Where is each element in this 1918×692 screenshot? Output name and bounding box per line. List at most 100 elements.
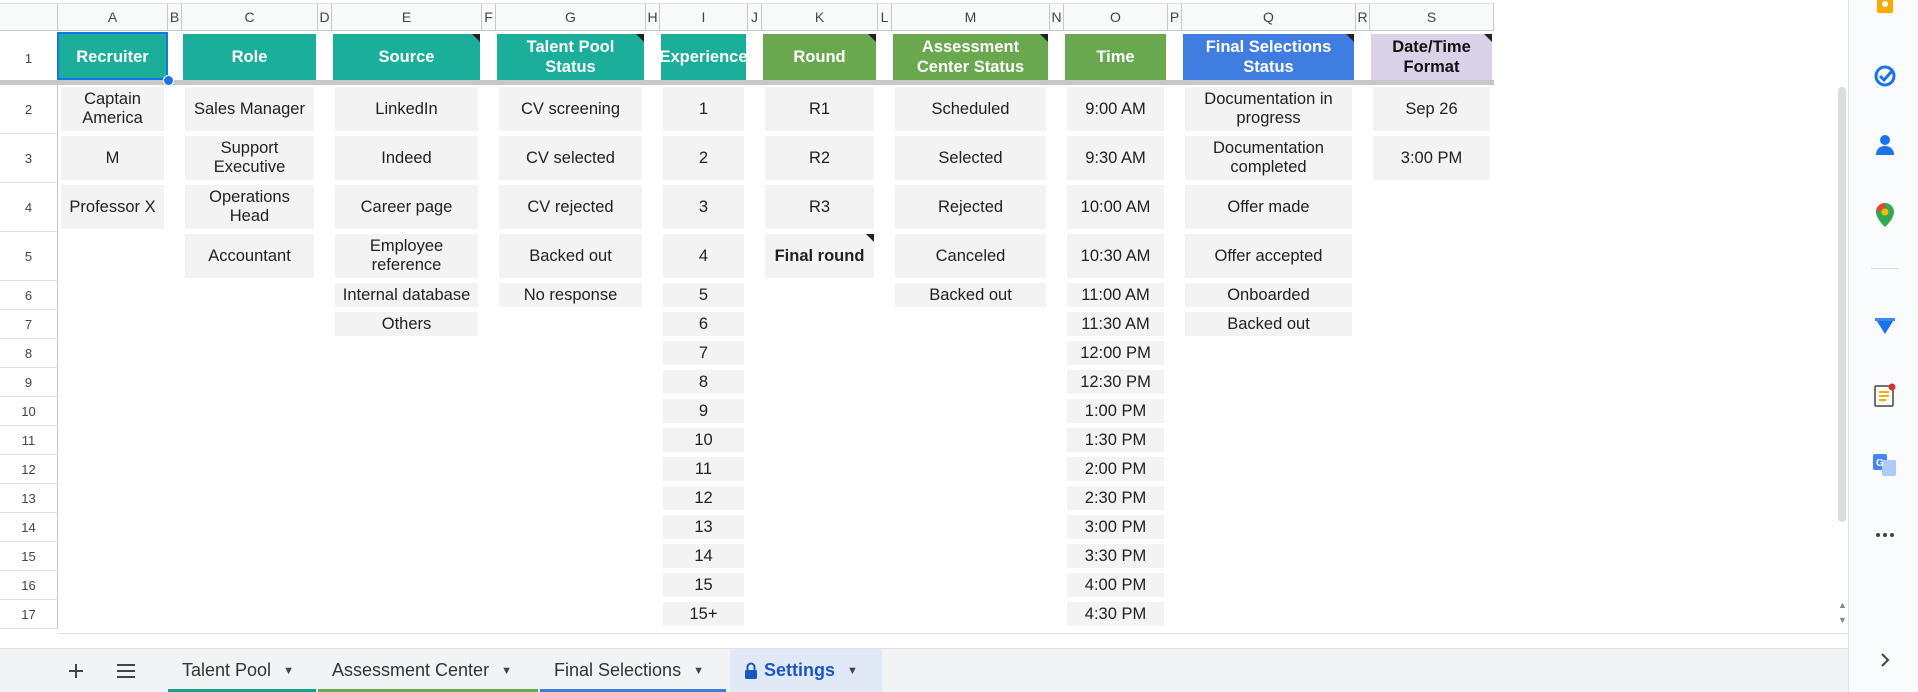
cell-round[interactable]: R2 [765,136,874,180]
row-header-9[interactable]: 9 [0,368,58,397]
cell-talent-pool-status[interactable]: CV selected [499,136,642,180]
cell-experience[interactable]: 3 [663,185,744,229]
cell-experience[interactable]: 9 [663,399,744,423]
column-header-b[interactable]: B [168,3,182,31]
cell-experience[interactable]: 8 [663,370,744,394]
row-header-15[interactable]: 15 [0,542,58,571]
cell-experience[interactable]: 13 [663,515,744,539]
row-header-14[interactable]: 14 [0,513,58,542]
cell-experience[interactable]: 1 [663,87,744,131]
cell-talent-pool-status[interactable]: CV screening [499,87,642,131]
scroll-right-arrow[interactable]: ▶ [1824,635,1831,636]
header-round[interactable]: Round [763,34,876,80]
cell-experience[interactable]: 7 [663,341,744,365]
cell-assessment-center-status[interactable]: Backed out [895,283,1046,307]
cell-final-selections-status[interactable]: Offer made [1185,185,1352,229]
cell-assessment-center-status[interactable]: Scheduled [895,87,1046,131]
cell-time[interactable]: 11:00 AM [1067,283,1164,307]
cell-time[interactable]: 2:00 PM [1067,457,1164,481]
cell-source[interactable]: Indeed [335,136,478,180]
row-header-10[interactable]: 10 [0,397,58,426]
header-talent-pool-status[interactable]: Talent Pool Status [497,34,644,80]
row-header-3[interactable]: 3 [0,134,58,183]
cell-time[interactable]: 10:30 AM [1067,234,1164,278]
column-header-e[interactable]: E [332,3,482,31]
cell-experience[interactable]: 12 [663,486,744,510]
cell-role[interactable]: Sales Manager [185,87,314,131]
row-header-5[interactable]: 5 [0,232,58,281]
cell-time[interactable]: 9:00 AM [1067,87,1164,131]
cell-time[interactable]: 11:30 AM [1067,312,1164,336]
expand-panel-icon[interactable] [1873,648,1897,672]
cell-role[interactable]: Accountant [185,234,314,278]
row-header-17[interactable]: 17 [0,600,58,629]
scroll-left-arrow[interactable]: ◀ [1804,635,1811,636]
cell-time[interactable]: 12:30 PM [1067,370,1164,394]
cell-assessment-center-status[interactable]: Rejected [895,185,1046,229]
tasks-icon[interactable] [1873,64,1897,88]
cell-role[interactable]: Operations Head [185,185,314,229]
column-header-g[interactable]: G [496,3,646,31]
fill-handle[interactable] [163,75,174,86]
column-header-i[interactable]: I [660,3,748,31]
column-header-d[interactable]: D [318,3,332,31]
sheet-grid[interactable]: ABCDEFGHIJKLMNOPQRS 1 2 3 4 5 6 7 8 9 10 11 12 13 14 1… [0,0,1848,636]
cell-source[interactable]: Employee reference [335,234,478,278]
header-date-time-format[interactable]: Date/Time Format [1371,34,1492,80]
horizontal-scrollbar[interactable]: ◀ ▶ [58,633,1848,636]
column-header-k[interactable]: K [762,3,878,31]
cell-experience[interactable]: 4 [663,234,744,278]
column-header-q[interactable]: Q [1182,3,1356,31]
row-header-8[interactable]: 8 [0,339,58,368]
tab-settings[interactable]: Settings ▼ [730,649,882,692]
row-header-12[interactable]: 12 [0,455,58,484]
scroll-down-arrow[interactable]: ▼ [1838,615,1847,625]
header-experience[interactable]: Experience [661,34,746,80]
column-header-m[interactable]: M [892,3,1050,31]
scroll-up-arrow[interactable]: ▲ [1838,600,1847,610]
cell-experience[interactable]: 15+ [663,602,744,626]
all-sheets-button[interactable] [110,655,142,687]
notes-addon-icon[interactable] [1873,383,1897,407]
cell-role[interactable]: Support Executive [185,136,314,180]
column-header-l[interactable]: L [878,3,892,31]
row-header-11[interactable]: 11 [0,426,58,455]
cell-round[interactable]: R3 [765,185,874,229]
cell-final-selections-status[interactable]: Backed out [1185,312,1352,336]
row-header-1[interactable]: 1 [0,32,58,85]
cell-talent-pool-status[interactable]: CV rejected [499,185,642,229]
cell-recruiter[interactable]: Captain America [61,87,164,131]
cell-experience[interactable]: 5 [663,283,744,307]
translate-icon[interactable]: G [1873,453,1897,477]
cell-talent-pool-status[interactable]: Backed out [499,234,642,278]
frozen-row-divider[interactable] [0,80,1494,85]
cell-time[interactable]: 4:30 PM [1067,602,1164,626]
maps-icon[interactable] [1873,203,1897,227]
cell-time[interactable]: 4:00 PM [1067,573,1164,597]
column-header-n[interactable]: N [1050,3,1064,31]
cell-final-selections-status[interactable]: Offer accepted [1185,234,1352,278]
cell-time[interactable]: 10:00 AM [1067,185,1164,229]
cell-time[interactable]: 9:30 AM [1067,136,1164,180]
cell-source[interactable]: Internal database [335,283,478,307]
cell-round[interactable]: Final round [765,234,874,278]
cell-time[interactable]: 1:30 PM [1067,428,1164,452]
vertical-scroll-thumb[interactable] [1838,87,1846,522]
cell-experience[interactable]: 10 [663,428,744,452]
vertical-scrollbar[interactable]: ▲ ▼ [1836,85,1848,636]
row-header-16[interactable]: 16 [0,571,58,600]
cell-assessment-center-status[interactable]: Canceled [895,234,1046,278]
chevron-down-icon[interactable]: ▼ [693,665,704,677]
cell-assessment-center-status[interactable]: Selected [895,136,1046,180]
column-header-p[interactable]: P [1168,3,1182,31]
row-header-4[interactable]: 4 [0,183,58,232]
cell-time[interactable]: 3:00 PM [1067,515,1164,539]
cell-recruiter[interactable]: M [61,136,164,180]
cell-source[interactable]: Career page [335,185,478,229]
header-final-selections-status[interactable]: Final Selections Status [1183,34,1354,80]
row-header-6[interactable]: 6 [0,281,58,310]
cell-experience[interactable]: 6 [663,312,744,336]
cell-final-selections-status[interactable]: Documentation completed [1185,136,1352,180]
header-source[interactable]: Source [333,34,480,80]
cell-date-time-format[interactable]: Sep 26 [1373,87,1490,131]
